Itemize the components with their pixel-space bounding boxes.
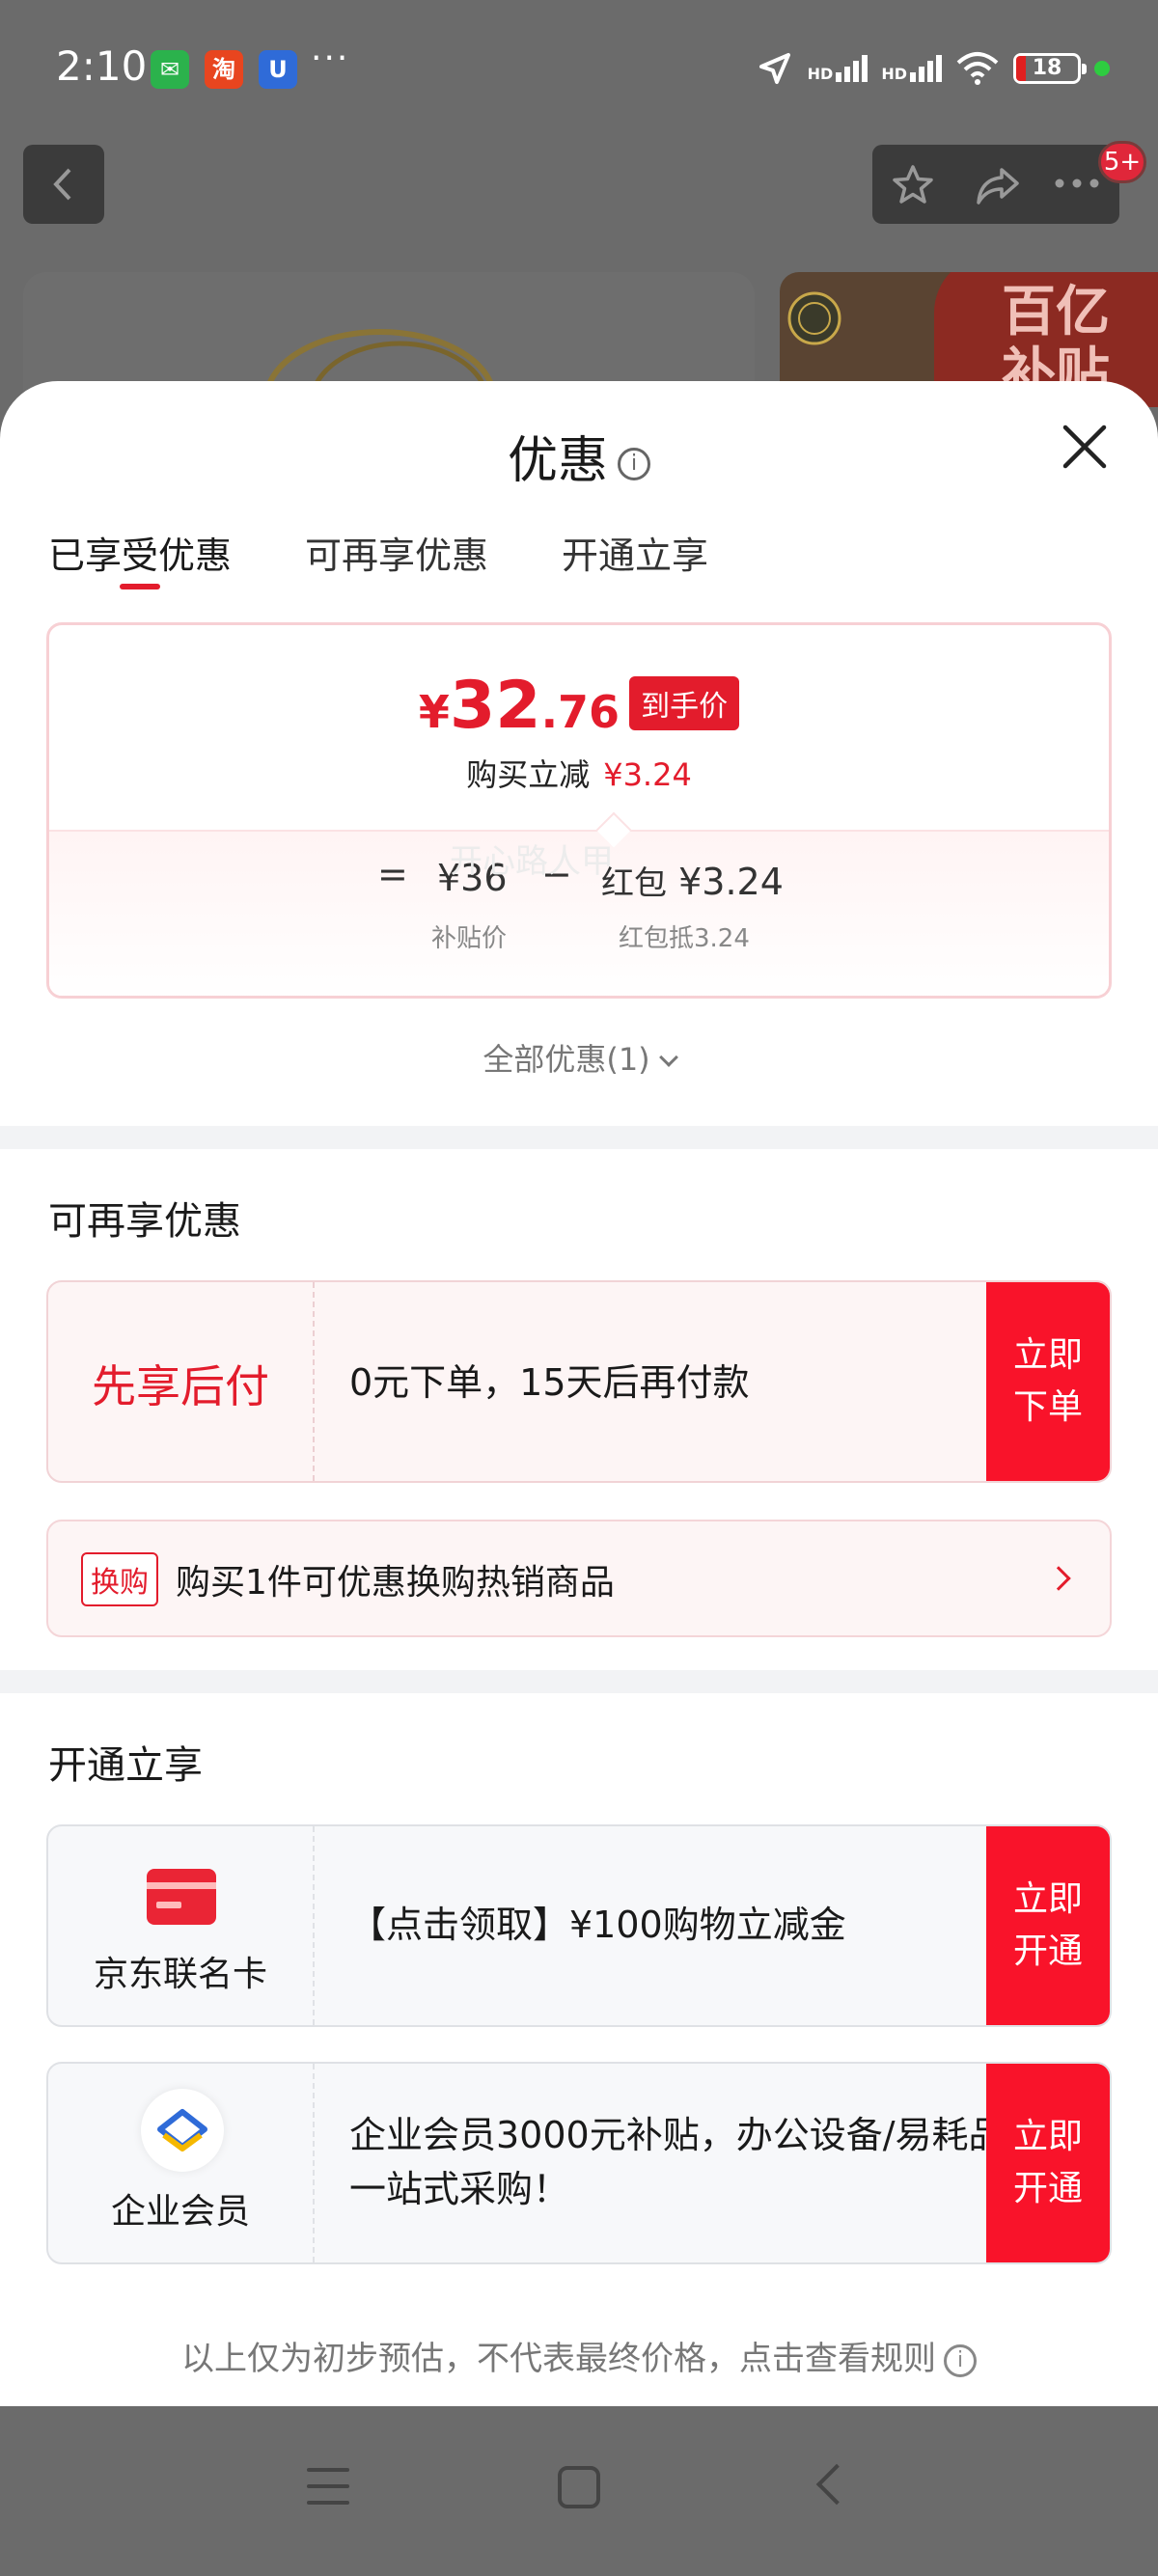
swap-text: 购买1件可优惠换购热销商品 (176, 1563, 615, 1603)
instant-reduction: 购买立减 ¥3.24 (466, 756, 692, 793)
more-offers-title: 可再享优惠 (48, 1199, 241, 1244)
chevron-left-icon (53, 168, 71, 201)
section-divider (0, 1126, 1158, 1149)
privacy-indicator (1094, 61, 1110, 76)
star-icon (893, 165, 933, 204)
order-now-button[interactable]: 立即 下单 (986, 1282, 1110, 1481)
more-icon (1055, 178, 1099, 188)
signal-icon: HD (808, 55, 868, 82)
price-breakdown-card: ¥32.76 到手价 购买立减 ¥3.24 = ¥36 补贴价 − 红包 ¥3.24… (46, 622, 1112, 999)
back-icon[interactable] (815, 2463, 858, 2506)
swap-offer-row[interactable]: 换购 购买1件可优惠换购热销商品 (46, 1520, 1112, 1637)
pay-later-text: 0元下单，15天后再付款 (349, 1361, 750, 1404)
brand-logo (787, 291, 841, 345)
base-price-label: 补贴价 (431, 924, 508, 953)
home-icon[interactable] (558, 2466, 600, 2508)
location-icon (758, 53, 790, 84)
jd-cobrand-card-offer[interactable]: 京东联名卡 【点击领取】¥100购物立减金 立即 开通 (46, 1824, 1112, 2027)
wifi-icon (956, 52, 999, 85)
cobrand-card-label: 京东联名卡 (93, 1955, 267, 1994)
header-actions (872, 145, 1119, 224)
open-now-title: 开通立享 (48, 1743, 203, 1788)
offers-sheet: 优惠 i 已享受优惠 可再享优惠 开通立享 ¥32.76 到手价 购买立减 ¥3.24… (0, 381, 1158, 2407)
section-divider (0, 1670, 1158, 1693)
cobrand-card-text: 【点击领取】¥100购物立减金 (349, 1904, 846, 1946)
info-icon: i (944, 2343, 977, 2377)
status-time: 2:10 (56, 42, 148, 90)
close-icon[interactable] (1058, 420, 1112, 474)
pay-later-badge: 先享后付 (48, 1282, 315, 1481)
taobao-icon: 淘 (205, 50, 243, 89)
battery-icon: 18 (1013, 53, 1087, 84)
enterprise-member-text: 企业会员3000元补贴，办公设备/易耗品一站式采购！ (349, 2114, 1006, 2210)
credit-card-icon (147, 1869, 216, 1925)
system-nav-bar (0, 2406, 1158, 2576)
more-notifications-icon: ··· (311, 39, 350, 78)
sheet-title: 优惠 (507, 432, 608, 490)
share-icon (977, 168, 1019, 205)
swap-tag: 换购 (81, 1552, 158, 1606)
back-button (23, 145, 104, 224)
tab-more-offers[interactable]: 可再享优惠 (305, 526, 488, 579)
enterprise-member-label: 企业会员 (110, 2192, 250, 2232)
open-enterprise-button[interactable]: 立即 开通 (986, 2064, 1110, 2262)
final-price-tag: 到手价 (629, 676, 740, 730)
equals-sign: = (377, 853, 408, 895)
sheet-header: 优惠 i (0, 420, 1158, 492)
chevron-down-icon (658, 1048, 678, 1067)
pay-later-title: 先享后付 (92, 1360, 269, 1412)
u-app-icon: U (259, 50, 297, 89)
chevron-right-icon (1046, 1566, 1071, 1591)
coupon-label: 红包抵3.24 (619, 924, 750, 953)
recent-apps-icon[interactable] (307, 2468, 349, 2507)
final-price: ¥32.76 到手价 (49, 668, 1109, 744)
watermark: 开心路人甲 (450, 842, 614, 881)
all-offers-toggle[interactable]: 全部优惠(1) (0, 1035, 1158, 1080)
tab-enjoyed-offers[interactable]: 已享受优惠 (48, 526, 232, 589)
info-icon[interactable]: i (618, 448, 650, 480)
rules-disclaimer[interactable]: 以上仅为初步预估，不代表最终价格，点击查看规则 i (0, 2332, 1158, 2379)
pay-later-offer[interactable]: 先享后付 0元下单，15天后再付款 立即 下单 (46, 1280, 1112, 1483)
enterprise-member-icon (141, 2089, 224, 2172)
open-card-button[interactable]: 立即 开通 (986, 1826, 1110, 2025)
wechat-icon: ✉ (151, 50, 189, 89)
coupon-deduction: 红包 ¥3.24 (601, 861, 784, 903)
offer-tabs: 已享受优惠 可再享优惠 开通立享 (48, 526, 708, 589)
signal-icon-2: HD (881, 55, 942, 82)
status-bar: 2:10 ✉ 淘 U ··· HD HD 18 (0, 0, 1158, 135)
enterprise-member-offer[interactable]: 企业会员 企业会员3000元补贴，办公设备/易耗品一站式采购！ 立即 开通 (46, 2062, 1112, 2264)
message-count-badge: 5+ (1098, 141, 1146, 183)
tab-open-now[interactable]: 开通立享 (562, 526, 708, 579)
